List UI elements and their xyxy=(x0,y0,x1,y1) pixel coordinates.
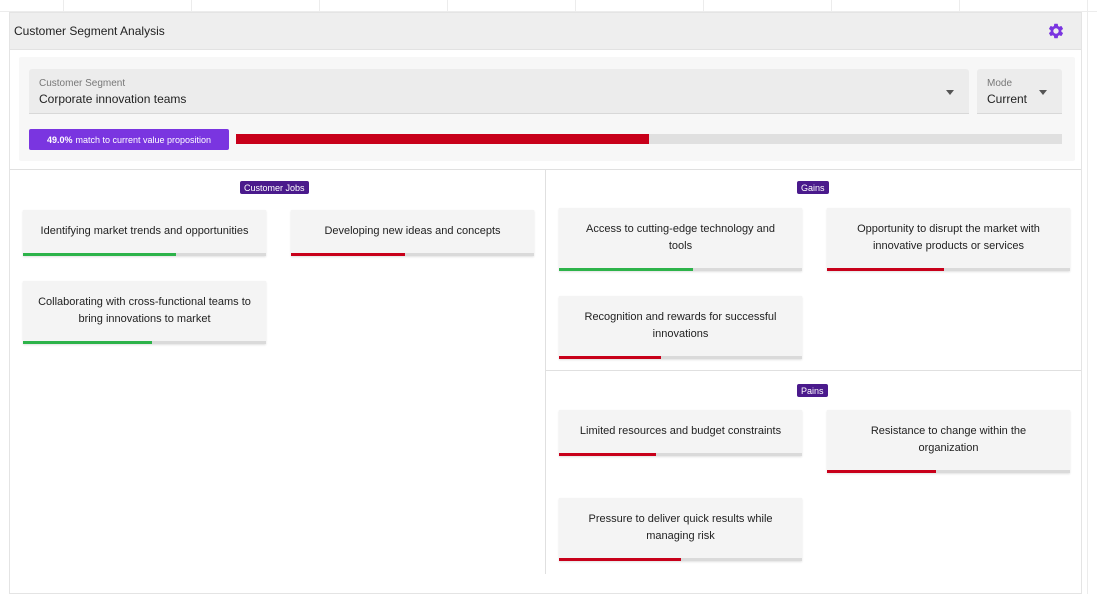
card-progress-fill xyxy=(827,268,944,271)
mode-select[interactable]: Mode Current xyxy=(977,69,1062,114)
section-tag-pains: Pains xyxy=(797,384,828,397)
segment-analysis-panel: Customer Segment Analysis Customer Segme… xyxy=(9,12,1082,594)
controls-area: Customer Segment Corporate innovation te… xyxy=(19,57,1075,161)
card-progress-fill xyxy=(559,356,662,359)
card-customer-job[interactable]: Developing new ideas and concepts xyxy=(291,210,534,256)
mode-value: Current xyxy=(987,92,1028,106)
match-text: match to current value proposition xyxy=(75,134,212,145)
card-progress-fill xyxy=(559,558,681,561)
divider xyxy=(545,169,546,574)
card-progress-bar xyxy=(23,341,266,344)
card-progress-bar xyxy=(559,356,802,359)
panel-header: Customer Segment Analysis xyxy=(10,13,1081,50)
gear-icon[interactable] xyxy=(1047,22,1065,40)
match-progress-bar xyxy=(236,134,1062,144)
card-text: Identifying market trends and opportunit… xyxy=(40,224,249,237)
card-progress-bar xyxy=(23,253,266,256)
card-customer-job[interactable]: Identifying market trends and opportunit… xyxy=(23,210,266,256)
card-progress-fill xyxy=(827,470,937,473)
card-pain[interactable]: Resistance to change within the organiza… xyxy=(827,410,1070,473)
match-badge: 49.0% match to current value proposition xyxy=(29,129,229,150)
section-tag-gains: Gains xyxy=(797,181,829,194)
card-progress-bar xyxy=(827,268,1070,271)
customer-segment-label: Customer Segment xyxy=(39,78,126,89)
customer-segment-value: Corporate innovation teams xyxy=(39,92,187,106)
divider xyxy=(546,370,1081,371)
mode-label: Mode xyxy=(987,78,1013,89)
card-gain[interactable]: Access to cutting-edge technology and to… xyxy=(559,208,802,271)
card-progress-fill xyxy=(23,341,152,344)
card-progress-fill xyxy=(23,253,177,256)
card-progress-bar xyxy=(291,253,534,256)
card-gain[interactable]: Opportunity to disrupt the market with i… xyxy=(827,208,1070,271)
card-pain[interactable]: Pressure to deliver quick results while … xyxy=(559,498,802,561)
card-progress-fill xyxy=(291,253,406,256)
match-percent: 49.0% xyxy=(46,134,73,145)
card-customer-job[interactable]: Collaborating with cross-functional team… xyxy=(23,281,266,344)
card-text: Resistance to change within the organiza… xyxy=(870,424,1027,454)
card-pain[interactable]: Limited resources and budget constraints xyxy=(559,410,802,456)
page-title: Customer Segment Analysis xyxy=(14,24,165,38)
card-text: Access to cutting-edge technology and to… xyxy=(586,222,775,252)
card-gain[interactable]: Recognition and rewards for successful i… xyxy=(559,296,802,359)
card-progress-bar xyxy=(559,453,802,456)
chevron-down-icon xyxy=(946,90,954,95)
section-tag-customer-jobs: Customer Jobs xyxy=(240,181,309,194)
card-text: Limited resources and budget constraints xyxy=(579,424,782,437)
card-text: Opportunity to disrupt the market with i… xyxy=(857,222,1040,252)
match-progress-fill xyxy=(236,134,649,144)
card-progress-bar xyxy=(827,470,1070,473)
card-progress-bar xyxy=(559,268,802,271)
card-progress-fill xyxy=(559,453,657,456)
card-progress-bar xyxy=(559,558,802,561)
card-text: Recognition and rewards for successful i… xyxy=(584,310,777,340)
card-progress-fill xyxy=(559,268,693,271)
customer-segment-select[interactable]: Customer Segment Corporate innovation te… xyxy=(29,69,969,114)
card-text: Pressure to deliver quick results while … xyxy=(588,512,773,542)
card-text: Collaborating with cross-functional team… xyxy=(38,295,251,325)
chevron-down-icon xyxy=(1039,90,1047,95)
card-text: Developing new ideas and concepts xyxy=(324,224,501,237)
